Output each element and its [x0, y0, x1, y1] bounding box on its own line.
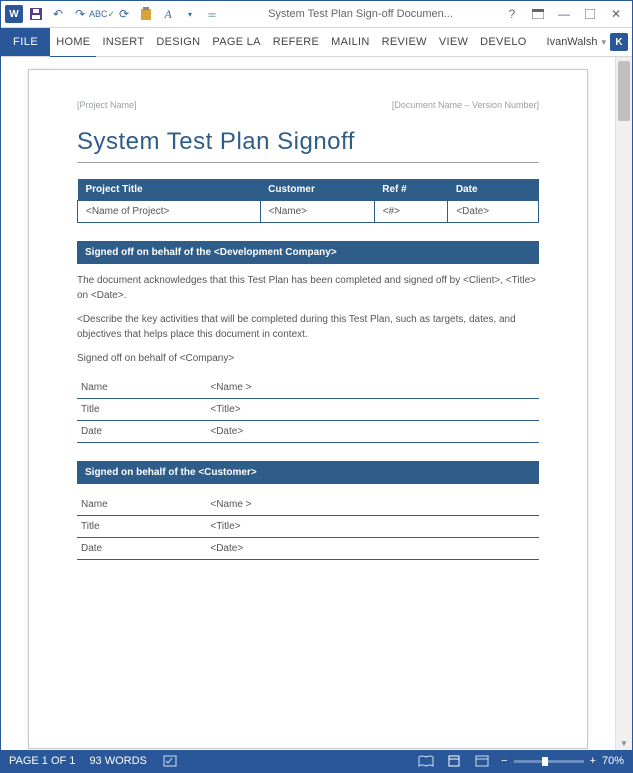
spellcheck-icon[interactable]: ABC✓ [93, 5, 111, 23]
sign2-title: <Title> [206, 515, 539, 537]
close-icon[interactable]: ✕ [604, 5, 628, 23]
meta-th-project: Project Title [78, 179, 261, 201]
meta-th-customer: Customer [260, 179, 374, 201]
title-rule [77, 162, 539, 163]
user-menu-icon[interactable]: ▾ [601, 37, 606, 48]
user-avatar[interactable]: K [610, 33, 628, 51]
qat-customize-icon[interactable]: ▾ [181, 5, 199, 23]
sign1-title: <Title> [206, 398, 539, 420]
minimize-icon[interactable]: — [552, 5, 576, 23]
status-bar: PAGE 1 OF 1 93 WORDS − + 70% [1, 750, 632, 772]
meta-td-ref: <#> [374, 201, 448, 223]
ack-paragraph: The document acknowledges that this Test… [77, 274, 539, 303]
proofing-icon[interactable] [161, 754, 179, 768]
document-title: System Test Plan Signoff [77, 128, 539, 156]
redo-icon[interactable]: ↷ [71, 5, 89, 23]
page-header-left: [Project Name] [77, 100, 137, 110]
tab-insert[interactable]: INSERT [96, 28, 150, 56]
maximize-icon[interactable] [578, 5, 602, 23]
desc-paragraph: <Describe the key activities that will b… [77, 313, 539, 342]
customer-signoff-bar: Signed on behalf of the <Customer> [77, 461, 539, 484]
zoom-value[interactable]: 70% [602, 755, 624, 767]
vertical-scrollbar[interactable]: ▲ ▼ [615, 57, 632, 750]
status-page[interactable]: PAGE 1 OF 1 [9, 755, 75, 767]
customer-signoff-table: Name<Name > Title<Title> Date<Date> [77, 494, 539, 560]
zoom-control: − + 70% [501, 755, 624, 767]
zoom-out-icon[interactable]: − [501, 755, 507, 767]
meta-td-customer: <Name> [260, 201, 374, 223]
sign2-label-date: Date [77, 537, 206, 559]
tab-mailings[interactable]: MAILIN [325, 28, 375, 56]
print-layout-icon[interactable] [445, 754, 463, 768]
project-meta-table: Project Title Customer Ref # Date <Name … [77, 179, 539, 223]
document-area: [Project Name] [Document Name – Version … [1, 57, 632, 750]
scroll-thumb[interactable] [618, 61, 630, 121]
ribbon-display-icon[interactable] [526, 5, 550, 23]
title-bar: W ↶ ↷ ABC✓ ⟳ A ▾ ＝ System Test Plan Sign… [1, 1, 632, 28]
zoom-slider[interactable] [514, 760, 584, 763]
dev-company-signoff-bar: Signed off on behalf of the <Development… [77, 241, 539, 264]
tab-design[interactable]: DESIGN [150, 28, 206, 56]
qat-more-icon[interactable]: ＝ [203, 5, 221, 23]
tab-file[interactable]: FILE [1, 28, 50, 56]
window-title: System Test Plan Sign-off Documen... [221, 8, 500, 20]
user-name[interactable]: IvanWalsh [547, 36, 598, 48]
sign2-date: <Date> [206, 537, 539, 559]
help-icon[interactable]: ? [500, 5, 524, 23]
meta-th-date: Date [448, 179, 539, 201]
paste-icon[interactable] [137, 5, 155, 23]
sign1-name: <Name > [206, 377, 539, 399]
sign2-label-title: Title [77, 515, 206, 537]
page-header-right: [Document Name – Version Number] [392, 100, 539, 110]
dev-signoff-table: Name<Name > Title<Title> Date<Date> [77, 377, 539, 443]
sign2-label-name: Name [77, 494, 206, 516]
tab-developer[interactable]: DEVELO [474, 28, 532, 56]
sign2-name: <Name > [206, 494, 539, 516]
status-words[interactable]: 93 WORDS [89, 755, 146, 767]
tab-review[interactable]: REVIEW [376, 28, 433, 56]
read-mode-icon[interactable] [417, 754, 435, 768]
meta-td-date: <Date> [448, 201, 539, 223]
sign1-date: <Date> [206, 420, 539, 442]
quick-access-toolbar: W ↶ ↷ ABC✓ ⟳ A ▾ ＝ [5, 5, 221, 23]
zoom-in-icon[interactable]: + [590, 755, 596, 767]
window-buttons: ? — ✕ [500, 5, 628, 23]
tab-references[interactable]: REFERE [267, 28, 325, 56]
sign-label-date: Date [77, 420, 206, 442]
signed-company-line: Signed off on behalf of <Company> [77, 352, 539, 367]
meta-th-ref: Ref # [374, 179, 448, 201]
tab-view[interactable]: VIEW [433, 28, 474, 56]
tab-home[interactable]: HOME [50, 28, 96, 58]
scroll-down-icon[interactable]: ▼ [616, 736, 632, 750]
page[interactable]: [Project Name] [Document Name – Version … [28, 69, 588, 749]
save-icon[interactable] [27, 5, 45, 23]
sign-label-title: Title [77, 398, 206, 420]
ribbon-tabs: FILE HOME INSERT DESIGN PAGE LA REFERE M… [1, 28, 632, 57]
meta-td-project: <Name of Project> [78, 201, 261, 223]
page-canvas[interactable]: [Project Name] [Document Name – Version … [1, 57, 615, 750]
repeat-icon[interactable]: ⟳ [115, 5, 133, 23]
word-window: W ↶ ↷ ABC✓ ⟳ A ▾ ＝ System Test Plan Sign… [0, 0, 633, 773]
word-app-icon[interactable]: W [5, 5, 23, 23]
web-layout-icon[interactable] [473, 754, 491, 768]
font-icon[interactable]: A [159, 5, 177, 23]
tab-pagelayout[interactable]: PAGE LA [206, 28, 266, 56]
sign-label-name: Name [77, 377, 206, 399]
undo-icon[interactable]: ↶ [49, 5, 67, 23]
